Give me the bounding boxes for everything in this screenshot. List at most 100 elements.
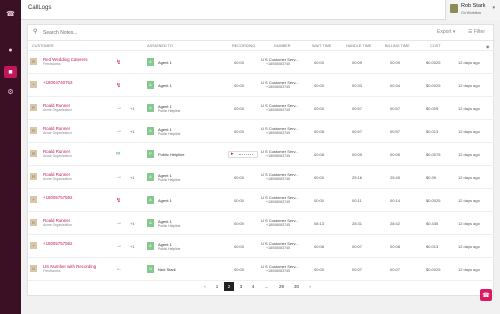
users-icon[interactable]: ●: [4, 44, 17, 56]
page-button[interactable]: 3: [236, 282, 246, 291]
next-page-button[interactable]: ›: [305, 282, 315, 291]
team-name: Public Helpline: [158, 109, 181, 113]
customer-org: Acme Organization: [43, 108, 72, 112]
table-row[interactable]: R Roald Runner Acme Organization → +1 A Agent …: [28, 120, 495, 143]
col-cost[interactable]: COST: [430, 44, 441, 48]
handle-time: 00:07: [352, 267, 363, 272]
customer-avatar: +: [30, 242, 37, 249]
search-input[interactable]: [43, 28, 243, 38]
extra-count: +1: [130, 129, 135, 134]
recording-duration: 00:00: [234, 60, 245, 65]
customer-avatar: +: [30, 81, 37, 88]
settings-icon[interactable]: ⚙: [4, 86, 17, 98]
number-value: +18008083745: [266, 246, 291, 250]
col-customer[interactable]: CUSTOMER: [32, 44, 54, 48]
col-number[interactable]: NUMBER: [274, 44, 290, 48]
number-value: +18008083745: [266, 269, 291, 273]
timestamp: 12 days ago: [458, 244, 480, 249]
search-bar: ⚲ Export ▾ ☰ Filter: [28, 25, 495, 41]
wait-time: 00:00: [314, 198, 325, 203]
phone-icon[interactable]: ☎: [4, 8, 17, 20]
transfer-call-icon: ∞: [116, 151, 121, 157]
cost: $0.013: [426, 129, 439, 134]
customer-avatar: R: [30, 173, 37, 180]
wait-time: 00:08: [314, 129, 325, 134]
extra-count: +1: [130, 244, 135, 249]
col-assigned[interactable]: ASSIGNED TO: [147, 44, 173, 48]
extra-count: +1: [130, 221, 135, 226]
filter-button[interactable]: ☰ Filter: [468, 29, 485, 35]
handle-time: 00:07: [352, 244, 363, 249]
recording-progress[interactable]: [239, 154, 253, 156]
cost: $0.0025: [426, 267, 441, 272]
billing-time: 00:34: [390, 83, 401, 88]
recording-duration: 00:00: [234, 267, 245, 272]
billing-time: 00:57: [390, 106, 401, 111]
table-row[interactable]: R Roald Runner Acme Organization ∞ P Public H…: [28, 143, 495, 166]
outgoing-call-icon: →: [116, 105, 122, 111]
customer-name[interactable]: +18005757592: [43, 195, 72, 200]
customer-name[interactable]: +18005757592: [43, 241, 72, 246]
play-icon[interactable]: ▸: [231, 151, 234, 157]
extra-count: +1: [130, 106, 135, 111]
page-button[interactable]: 1: [212, 282, 222, 291]
billing-time: 00:05: [390, 152, 401, 157]
page-button[interactable]: 4: [248, 282, 258, 291]
page-button[interactable]: 2: [224, 282, 234, 291]
cost: $0.0025: [426, 83, 441, 88]
user-menu[interactable]: Rob Stark On Workflow ▾: [445, 0, 500, 20]
table-row[interactable]: U US Number with Recording Freshworks ← N Ned…: [28, 258, 495, 281]
sidebar: ☎ ● ■ ⚙: [0, 0, 21, 314]
cost: $0.0025: [426, 198, 441, 203]
eye-icon[interactable]: ◉: [486, 44, 489, 49]
cost: $0.005: [426, 106, 439, 111]
handle-time: 00:09: [352, 60, 363, 65]
number-value: +18008083745: [266, 108, 291, 112]
pagination: ‹ 1 2 3 4... 29 30 ›: [200, 282, 315, 291]
page-button[interactable]: 30: [290, 282, 303, 291]
handle-time: 00:33: [352, 83, 363, 88]
app-root: ☎ ● ■ ⚙ CallLogs Rob Stark On Workflow ▾…: [0, 0, 500, 314]
customer-org: Freshworks: [43, 269, 61, 273]
team-name: Public Helpline: [158, 178, 181, 182]
customer-avatar: R: [30, 219, 37, 226]
table-row[interactable]: R Red Wedding Caterers Freshworks ↯ A Agent 1…: [28, 51, 495, 74]
page-button[interactable]: 29: [275, 282, 288, 291]
col-wait[interactable]: WAIT TIME: [312, 44, 331, 48]
outgoing-call-icon: →: [116, 174, 122, 180]
table-row[interactable]: R Roald Runner Acme Organization → +1 A Agent …: [28, 97, 495, 120]
topbar: CallLogs Rob Stark On Workflow ▾: [21, 0, 500, 20]
agent-avatar: A: [147, 104, 154, 112]
customer-org: Acme Organization: [43, 177, 72, 181]
handle-time: 00:05: [352, 152, 363, 157]
table-row[interactable]: R Roald Runner Acme Organization → +1 A Agent …: [28, 166, 495, 189]
number-value: +18008083745: [266, 154, 291, 158]
col-recording[interactable]: RECORDING: [232, 44, 255, 48]
export-button[interactable]: Export ▾: [437, 29, 455, 35]
table-row[interactable]: + +18004740763 ↯ A Agent 1 00:00 U S Customer …: [28, 74, 495, 97]
customer-org: Acme Organization: [43, 131, 72, 135]
prev-page-button[interactable]: ‹: [200, 282, 210, 291]
customer-avatar: +: [30, 196, 37, 203]
outgoing-call-icon: →: [116, 128, 122, 134]
calllog-icon[interactable]: ■: [4, 66, 17, 78]
col-handle[interactable]: HANDLE TIME: [346, 44, 371, 48]
page-title: CallLogs: [28, 5, 52, 11]
outgoing-call-icon: →: [116, 220, 122, 226]
incoming-call-icon: ←: [116, 266, 122, 272]
page-ellipsis: ...: [260, 282, 273, 291]
table-row[interactable]: + +18005757592 ↯ A Agent 1 00:00 U S Customer …: [28, 189, 495, 212]
number-value: +18008083745: [266, 200, 291, 204]
customer-org: Freshworks: [43, 62, 61, 66]
wait-time: 00:08: [314, 244, 325, 249]
table-row[interactable]: + +18005757592 → +1 A Agent 1 Public Helpline 0…: [28, 235, 495, 258]
agent-avatar: N: [147, 265, 154, 273]
wait-time: 00:00: [314, 175, 325, 180]
table-row[interactable]: R Roald Runner Acme Organization → +1 A Agent …: [28, 212, 495, 235]
call-fab-button[interactable]: ☎: [480, 289, 492, 301]
customer-name[interactable]: +18004740763: [43, 80, 72, 85]
recording-player[interactable]: ▸: [228, 151, 258, 158]
col-billing[interactable]: BILLING TIME: [385, 44, 410, 48]
extra-count: +1: [130, 175, 135, 180]
number-value: +18008083745: [266, 223, 291, 227]
